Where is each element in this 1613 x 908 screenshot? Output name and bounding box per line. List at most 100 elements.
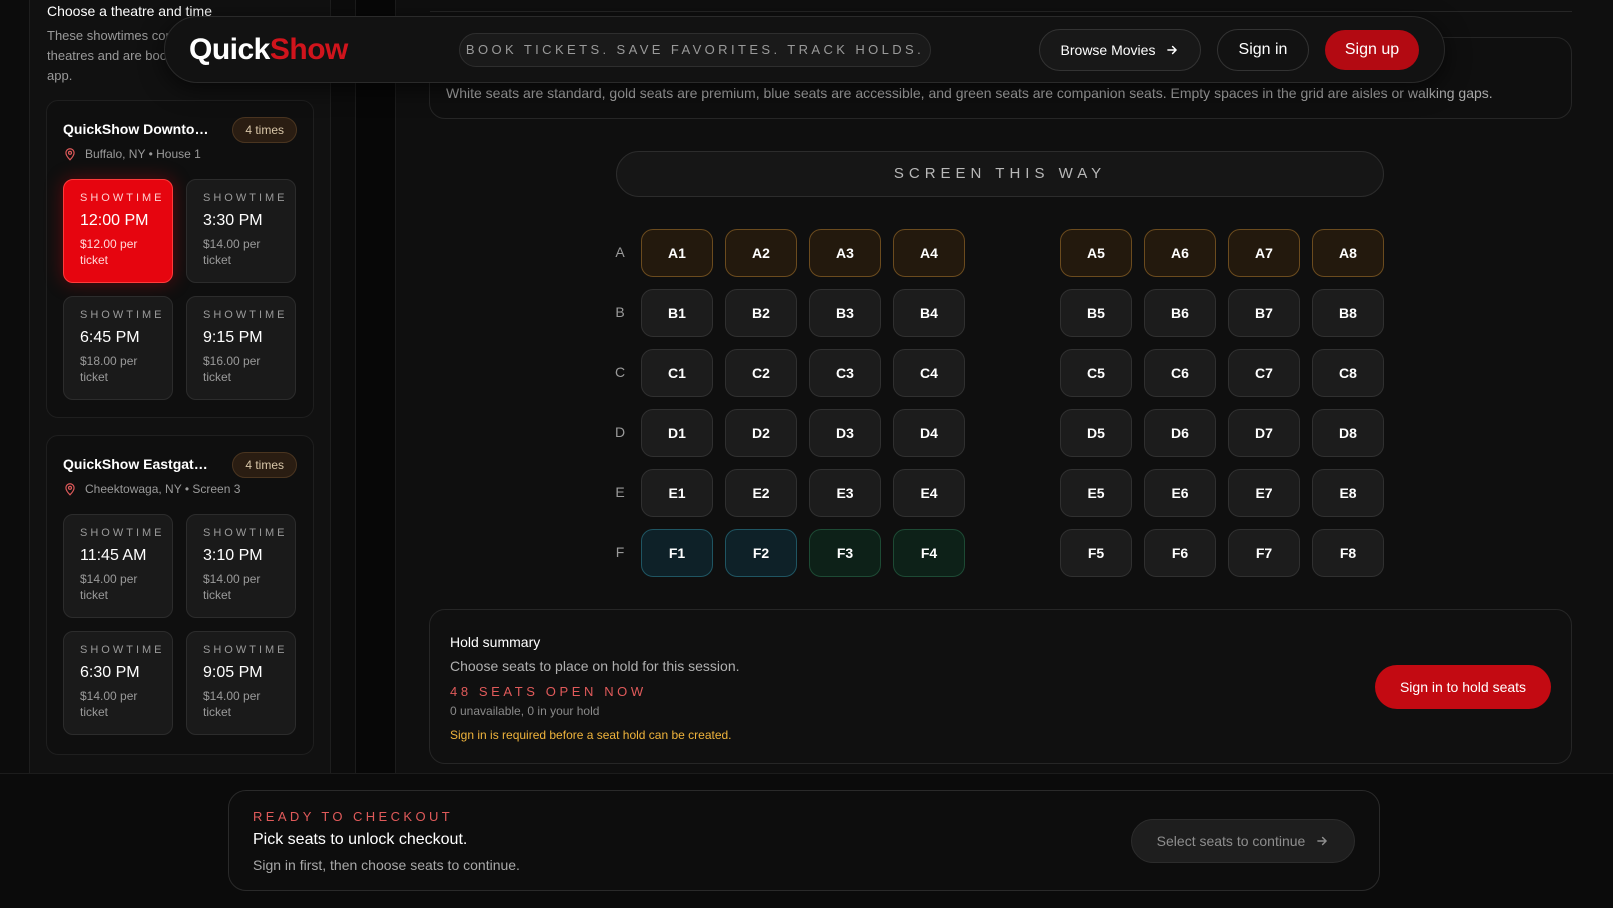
showtime-label: SHOWTIME <box>80 527 165 539</box>
seat-f6[interactable]: F6 <box>1144 529 1216 577</box>
seat-d6[interactable]: D6 <box>1144 409 1216 457</box>
seat-d5[interactable]: D5 <box>1060 409 1132 457</box>
showtime-card[interactable]: SHOWTIME 11:45 AM $14.00 per ticket <box>63 514 173 618</box>
logo[interactable]: QuickShow <box>189 33 348 67</box>
divider <box>430 11 1572 12</box>
checkout-label: READY TO CHECKOUT <box>253 809 454 824</box>
arrow-right-icon <box>1317 836 1328 846</box>
seat-e5[interactable]: E5 <box>1060 469 1132 517</box>
seat-e2[interactable]: E2 <box>725 469 797 517</box>
seat-b3[interactable]: B3 <box>809 289 881 337</box>
seat-f4[interactable]: F4 <box>893 529 965 577</box>
column-divider <box>355 0 396 773</box>
seat-a8[interactable]: A8 <box>1312 229 1384 277</box>
seat-e4[interactable]: E4 <box>893 469 965 517</box>
location-pin-icon <box>65 483 75 496</box>
row-label-f: F <box>615 544 625 560</box>
legend-text: White seats are standard, gold seats are… <box>446 85 1493 101</box>
seat-a7[interactable]: A7 <box>1228 229 1300 277</box>
seat-d2[interactable]: D2 <box>725 409 797 457</box>
showtime-time: 9:05 PM <box>203 664 263 681</box>
seat-c1[interactable]: C1 <box>641 349 713 397</box>
showtime-price: $18.00 per ticket <box>80 354 138 384</box>
showtime-label: SHOWTIME <box>80 644 165 656</box>
seat-e8[interactable]: E8 <box>1312 469 1384 517</box>
seat-c7[interactable]: C7 <box>1228 349 1300 397</box>
browse-movies-button[interactable]: Browse Movies <box>1039 29 1201 71</box>
row-label-d: D <box>614 424 626 440</box>
select-seats-continue-button[interactable]: Select seats to continue <box>1131 819 1355 863</box>
showtime-time: 11:45 AM <box>80 547 147 564</box>
hold-description: Choose seats to place on hold for this s… <box>450 658 740 674</box>
seat-b6[interactable]: B6 <box>1144 289 1216 337</box>
sign-in-warning: Sign in is required before a seat hold c… <box>450 728 732 742</box>
showtime-card[interactable]: SHOWTIME 3:30 PM $14.00 per ticket <box>186 179 296 283</box>
seat-c8[interactable]: C8 <box>1312 349 1384 397</box>
seat-a2[interactable]: A2 <box>725 229 797 277</box>
seat-a5[interactable]: A5 <box>1060 229 1132 277</box>
seat-e7[interactable]: E7 <box>1228 469 1300 517</box>
seat-e3[interactable]: E3 <box>809 469 881 517</box>
checkout-description: Sign in first, then choose seats to cont… <box>253 857 520 873</box>
showtime-card[interactable]: SHOWTIME 6:45 PM $18.00 per ticket <box>63 296 173 400</box>
continue-label: Select seats to continue <box>1156 833 1306 849</box>
seat-c6[interactable]: C6 <box>1144 349 1216 397</box>
logo-part-quick: Quick <box>189 33 270 66</box>
showtime-time: 12:00 PM <box>80 212 149 229</box>
showtime-time: 6:45 PM <box>80 329 140 346</box>
seat-b2[interactable]: B2 <box>725 289 797 337</box>
seat-f5[interactable]: F5 <box>1060 529 1132 577</box>
tagline: BOOK TICKETS. SAVE FAVORITES. TRACK HOLD… <box>459 33 931 67</box>
seat-f8[interactable]: F8 <box>1312 529 1384 577</box>
seat-b7[interactable]: B7 <box>1228 289 1300 337</box>
showtime-count-badge: 4 times <box>232 117 297 143</box>
showtime-card[interactable]: SHOWTIME 9:15 PM $16.00 per ticket <box>186 296 296 400</box>
showtime-time: 6:30 PM <box>80 664 140 681</box>
seat-b8[interactable]: B8 <box>1312 289 1384 337</box>
seat-b4[interactable]: B4 <box>893 289 965 337</box>
screen-indicator: SCREEN THIS WAY <box>616 151 1384 197</box>
showtime-card[interactable]: SHOWTIME 3:10 PM $14.00 per ticket <box>186 514 296 618</box>
seat-a1[interactable]: A1 <box>641 229 713 277</box>
seat-d8[interactable]: D8 <box>1312 409 1384 457</box>
showtime-price: $14.00 per ticket <box>80 572 138 602</box>
row-label-b: B <box>615 304 625 320</box>
seat-d1[interactable]: D1 <box>641 409 713 457</box>
seat-b1[interactable]: B1 <box>641 289 713 337</box>
sign-up-button[interactable]: Sign up <box>1325 30 1419 70</box>
showtime-card-selected[interactable]: SHOWTIME 12:00 PM $12.00 per ticket <box>63 179 173 283</box>
seat-a3[interactable]: A3 <box>809 229 881 277</box>
seat-c3[interactable]: C3 <box>809 349 881 397</box>
seat-b5[interactable]: B5 <box>1060 289 1132 337</box>
sign-in-button[interactable]: Sign in <box>1217 29 1309 71</box>
seat-a6[interactable]: A6 <box>1144 229 1216 277</box>
seat-d3[interactable]: D3 <box>809 409 881 457</box>
seat-f2[interactable]: F2 <box>725 529 797 577</box>
seat-e1[interactable]: E1 <box>641 469 713 517</box>
showtime-time: 3:30 PM <box>203 212 263 229</box>
seat-f3[interactable]: F3 <box>809 529 881 577</box>
seat-c2[interactable]: C2 <box>725 349 797 397</box>
showtime-card[interactable]: SHOWTIME 6:30 PM $14.00 per ticket <box>63 631 173 735</box>
seat-d7[interactable]: D7 <box>1228 409 1300 457</box>
seat-f7[interactable]: F7 <box>1228 529 1300 577</box>
sign-in-to-hold-button[interactable]: Sign in to hold seats <box>1375 665 1551 709</box>
showtime-card[interactable]: SHOWTIME 9:05 PM $14.00 per ticket <box>186 631 296 735</box>
checkout-title: Pick seats to unlock checkout. <box>253 831 468 848</box>
showtime-price: $14.00 per ticket <box>203 237 261 267</box>
seat-c4[interactable]: C4 <box>893 349 965 397</box>
hold-title: Hold summary <box>450 634 541 650</box>
theatre-location: Buffalo, NY • House 1 <box>63 147 201 161</box>
seat-f1[interactable]: F1 <box>641 529 713 577</box>
theatre-location: Cheektowaga, NY • Screen 3 <box>63 482 240 496</box>
theatre-card-eastgate: QuickShow Eastgate 6 4 times Cheektowaga… <box>46 435 314 755</box>
seat-d4[interactable]: D4 <box>893 409 965 457</box>
showtime-price: $16.00 per ticket <box>203 354 261 384</box>
showtime-price: $14.00 per ticket <box>203 572 261 602</box>
theatre-name: QuickShow Eastgate 6 <box>63 456 213 472</box>
seat-e6[interactable]: E6 <box>1144 469 1216 517</box>
seat-c5[interactable]: C5 <box>1060 349 1132 397</box>
showtime-label: SHOWTIME <box>80 192 165 204</box>
showtime-time: 9:15 PM <box>203 329 263 346</box>
seat-a4[interactable]: A4 <box>893 229 965 277</box>
